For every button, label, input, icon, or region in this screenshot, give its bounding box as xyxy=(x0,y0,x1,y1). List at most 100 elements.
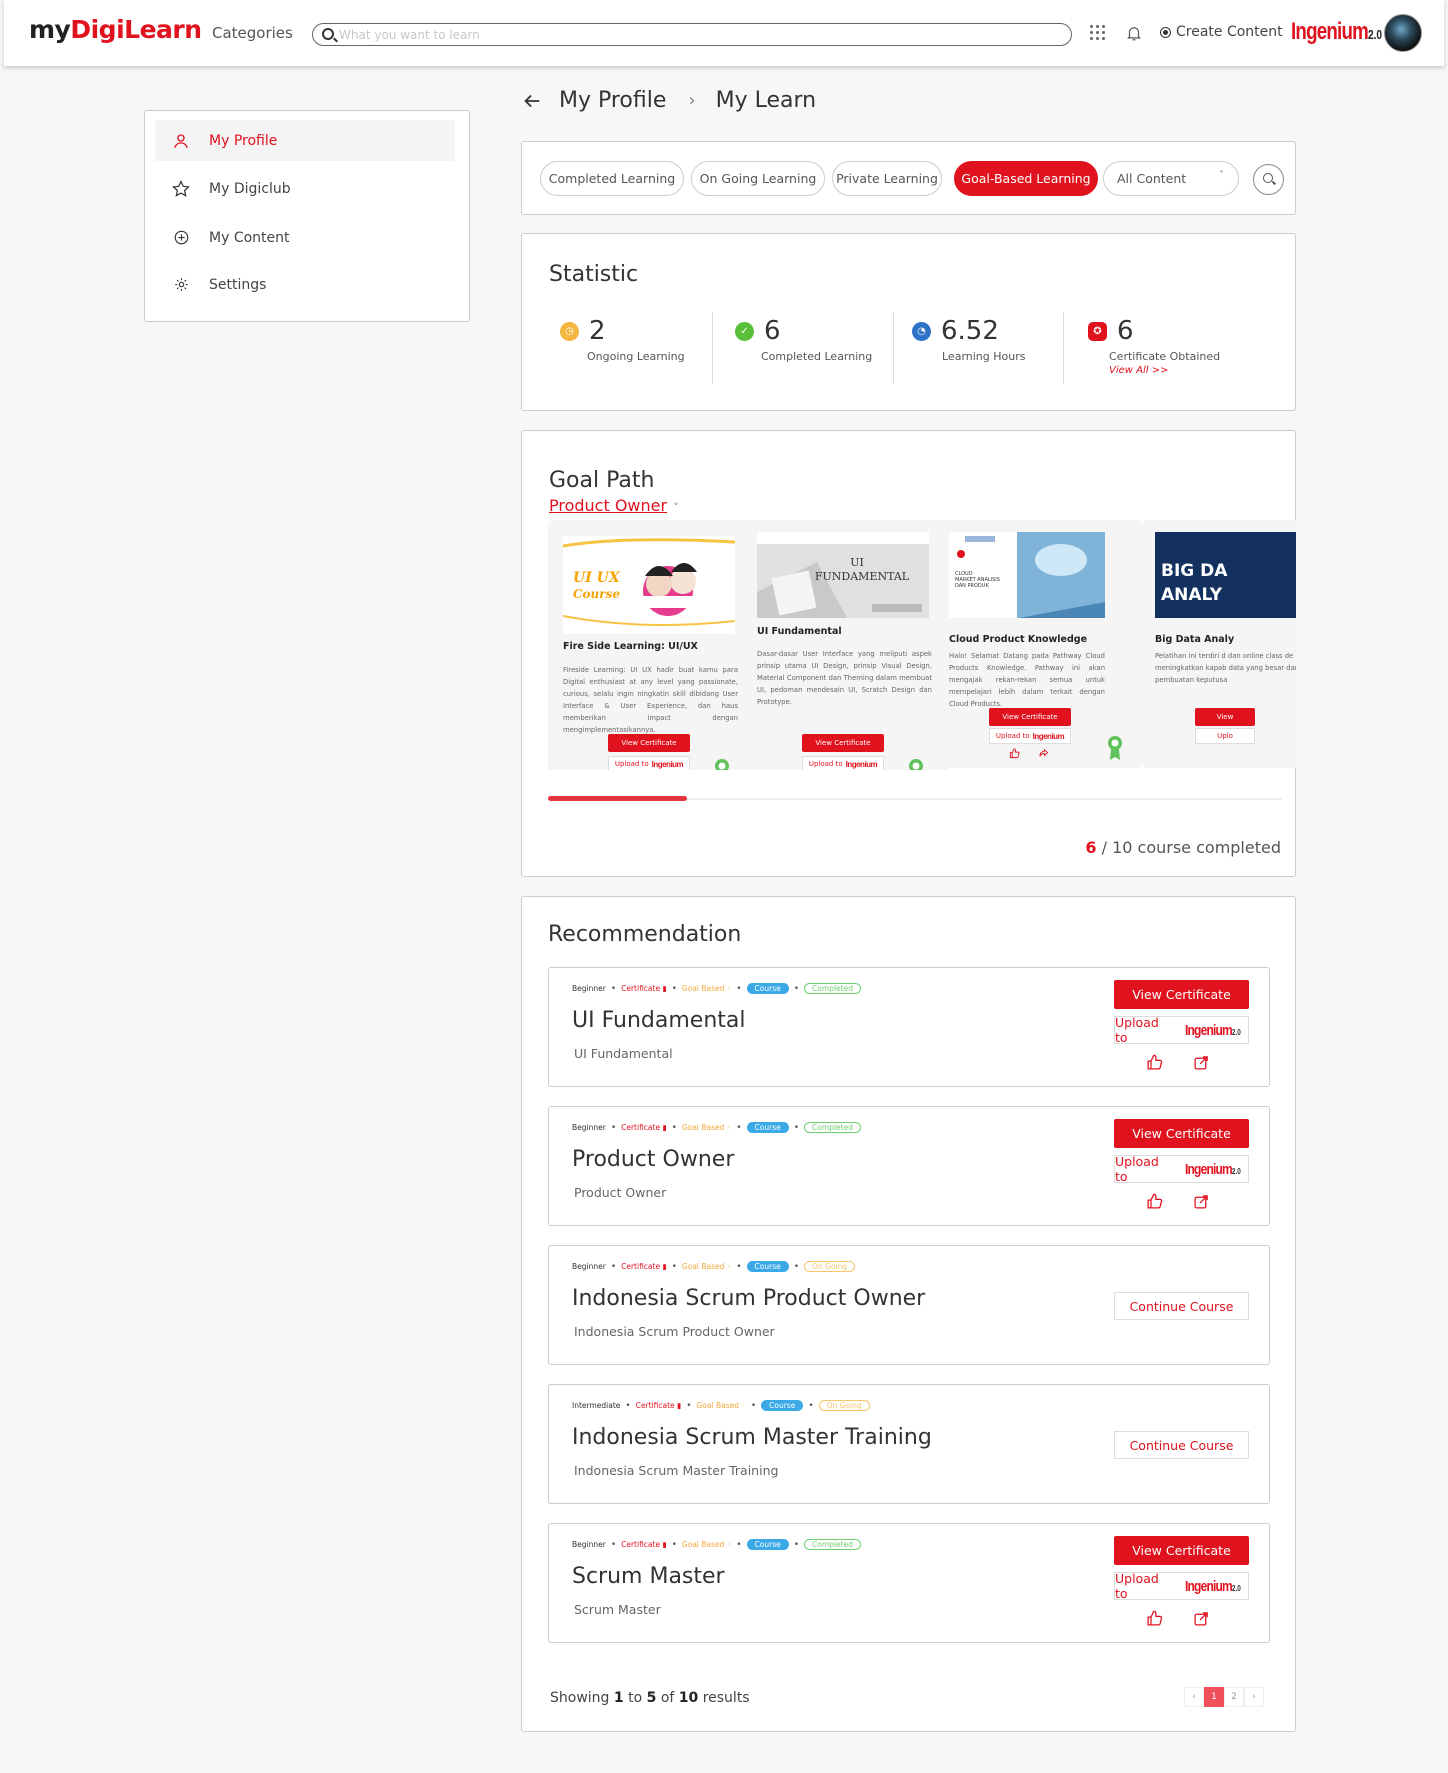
sidebar-item-label: Settings xyxy=(209,276,267,293)
chevron-right-icon: › xyxy=(688,90,696,111)
upload-to-ingenium-button[interactable]: Upload to Ingenium2.0 xyxy=(1114,1015,1249,1045)
continue-course-button[interactable]: Continue Course xyxy=(1114,1431,1249,1459)
goal-card[interactable]: BIG DA ANALY Big Data Analy Pelatihan in… xyxy=(1142,520,1296,768)
view-certificate-button[interactable]: View Certificate xyxy=(1114,1536,1249,1565)
results-summary: Showing 1 to 5 of 10 results xyxy=(550,1690,750,1706)
thumbs-up-icon[interactable] xyxy=(1009,748,1020,759)
goal-select[interactable]: Product Owner ˅ xyxy=(549,496,679,515)
course-title[interactable]: Scrum Master xyxy=(572,1564,725,1589)
view-certificate-button[interactable]: View Certificate xyxy=(608,734,690,752)
course-tags: Beginner • Certificate ▮ • Goal Based ◦ • C… xyxy=(572,1539,861,1550)
goal-progress-fill xyxy=(548,796,688,801)
sidebar-item-settings[interactable]: Settings xyxy=(155,264,455,305)
page-1-button[interactable]: 1 xyxy=(1204,1687,1224,1707)
filter-search-button[interactable] xyxy=(1253,164,1284,195)
view-certificate-button[interactable]: View Certificate xyxy=(989,708,1071,726)
tab-goal-based-learning[interactable]: Goal-Based Learning xyxy=(954,161,1098,196)
recommendation-item[interactable]: Beginner • Certificate ▮ • Goal Based ◦ • C… xyxy=(548,1106,1270,1226)
sidebar-item-my-digiclub[interactable]: My Digiclub xyxy=(155,168,455,209)
tab-ongoing-learning[interactable]: On Going Learning xyxy=(691,161,825,196)
course-tags: Beginner • Certificate ▮ • Goal Based ◦ • C… xyxy=(572,983,861,994)
breadcrumb: My Profile › My Learn xyxy=(521,88,816,113)
course-subtitle: Indonesia Scrum Product Owner xyxy=(574,1324,775,1339)
course-tags: Beginner • Certificate ▮ • Goal Based ◦ • C… xyxy=(572,1122,861,1133)
bell-icon[interactable] xyxy=(1125,24,1143,42)
view-certificate-button[interactable]: View xyxy=(1195,708,1255,726)
course-title[interactable]: Indonesia Scrum Master Training xyxy=(572,1425,932,1450)
view-certificate-button[interactable]: View Certificate xyxy=(802,734,884,752)
thumbs-up-icon[interactable] xyxy=(1146,1610,1163,1627)
upload-to-ingenium-button[interactable]: Upload to Ingenium xyxy=(802,756,884,770)
user-avatar[interactable] xyxy=(1384,14,1422,52)
view-certificate-button[interactable]: View Certificate xyxy=(1114,1119,1249,1148)
search-bar[interactable] xyxy=(312,23,1072,46)
medal-icon xyxy=(715,759,729,770)
chevron-down-icon: ˅ xyxy=(673,501,679,514)
thumb-title-text: UI UX xyxy=(573,570,621,586)
goal-path-panel: Goal Path Product Owner ˅ UI UX Course F… xyxy=(521,430,1296,877)
svg-text:ANALY: ANALY xyxy=(1161,585,1223,605)
course-subtitle: Product Owner xyxy=(574,1185,667,1200)
content-type-select[interactable]: All Content ˅ xyxy=(1103,161,1239,196)
share-icon[interactable] xyxy=(1193,1610,1210,1627)
divider xyxy=(712,312,713,384)
goal-card[interactable]: UI FUNDAMENTAL UI Fundamental Dasar-dasa… xyxy=(742,520,948,770)
next-page-button[interactable]: › xyxy=(1244,1687,1264,1707)
divider xyxy=(1063,312,1064,384)
categories-menu[interactable]: Categories xyxy=(212,24,293,42)
course-thumbnail: UI UX Course xyxy=(563,536,735,634)
sidebar-item-my-profile[interactable]: My Profile xyxy=(155,120,455,161)
search-input[interactable] xyxy=(339,25,1059,44)
divider xyxy=(893,312,894,384)
ingenium-logo[interactable]: Ingenium2.0 xyxy=(1291,18,1382,46)
goal-progress-bar xyxy=(548,796,1282,801)
view-all-certificates-link[interactable]: View All >> xyxy=(1109,365,1168,376)
svg-text:DAN PRODUK: DAN PRODUK xyxy=(955,583,989,589)
tab-completed-learning[interactable]: Completed Learning xyxy=(540,161,684,196)
goal-card-title: Cloud Product Knowledge xyxy=(949,634,1088,645)
course-tags: Beginner • Certificate ▮ • Goal Based ◦ • C… xyxy=(572,1261,856,1272)
timer-icon: ◔ xyxy=(912,321,931,341)
profile-sidebar: My Profile My Digiclub My Content Settin… xyxy=(144,110,470,322)
check-circle-icon: ✓ xyxy=(735,321,754,341)
apps-grid-icon[interactable] xyxy=(1090,25,1105,40)
goal-card-description: Halo! Selamat Datang pada Pathway Cloud … xyxy=(949,652,1105,708)
recommendation-panel: Recommendation Beginner • Certificate ▮ • … xyxy=(521,896,1296,1732)
sidebar-item-my-content[interactable]: My Content xyxy=(155,217,455,258)
upload-to-ingenium-button[interactable]: Upload to Ingenium2.0 xyxy=(1114,1571,1249,1601)
mydigilearn-logo[interactable]: myDigiLearn xyxy=(29,15,202,44)
course-title[interactable]: UI Fundamental xyxy=(572,1008,746,1033)
continue-course-button[interactable]: Continue Course xyxy=(1114,1292,1249,1320)
course-thumbnail: CLOUD MARKET ANALISIS DAN PRODUK xyxy=(949,532,1105,618)
svg-text:Course: Course xyxy=(573,587,620,601)
recommendation-item[interactable]: Beginner • Certificate ▮ • Goal Based ◦ • C… xyxy=(548,1523,1270,1643)
prev-page-button[interactable]: ‹ xyxy=(1184,1687,1204,1707)
share-icon[interactable] xyxy=(1193,1193,1210,1210)
goal-card[interactable]: CLOUD MARKET ANALISIS DAN PRODUK Cloud P… xyxy=(936,520,1142,768)
recommendation-item[interactable]: Intermediate • Certificate ▮ • Goal Based … xyxy=(548,1384,1270,1504)
goal-card-title: Fire Side Learning: UI/UX xyxy=(563,641,698,652)
share-icon[interactable] xyxy=(1193,1054,1210,1071)
course-title[interactable]: Indonesia Scrum Product Owner xyxy=(572,1286,925,1311)
learning-filter-bar: Completed Learning On Going Learning Pri… xyxy=(521,141,1296,215)
course-subtitle: Indonesia Scrum Master Training xyxy=(574,1463,779,1478)
page-2-button[interactable]: 2 xyxy=(1224,1687,1244,1707)
recommendation-item[interactable]: Beginner • Certificate ▮ • Goal Based ◦ • C… xyxy=(548,1245,1270,1365)
create-content-button[interactable]: Create Content xyxy=(1161,24,1283,40)
upload-to-ingenium-button[interactable]: Upload to Ingenium xyxy=(608,756,690,770)
upload-to-ingenium-button[interactable]: Upload to Ingenium xyxy=(989,728,1071,744)
share-icon[interactable] xyxy=(1038,748,1049,759)
upload-to-ingenium-button[interactable]: Uplo xyxy=(1195,728,1255,744)
goal-path-carousel[interactable]: UI UX Course Fire Side Learning: UI/UX F… xyxy=(548,520,1296,770)
thumbs-up-icon[interactable] xyxy=(1146,1193,1163,1210)
tab-private-learning[interactable]: Private Learning xyxy=(832,161,942,196)
breadcrumb-root[interactable]: My Profile xyxy=(559,88,666,113)
back-arrow-icon[interactable] xyxy=(521,90,543,112)
upload-to-ingenium-button[interactable]: Upload to Ingenium2.0 xyxy=(1114,1154,1249,1184)
course-tags: Intermediate • Certificate ▮ • Goal Based … xyxy=(572,1400,870,1411)
course-title[interactable]: Product Owner xyxy=(572,1147,734,1172)
recommendation-item[interactable]: Beginner • Certificate ▮ • Goal Based ◦ • C… xyxy=(548,967,1270,1087)
goal-card[interactable]: UI UX Course Fire Side Learning: UI/UX F… xyxy=(548,520,754,770)
thumbs-up-icon[interactable] xyxy=(1146,1054,1163,1071)
view-certificate-button[interactable]: View Certificate xyxy=(1114,980,1249,1009)
